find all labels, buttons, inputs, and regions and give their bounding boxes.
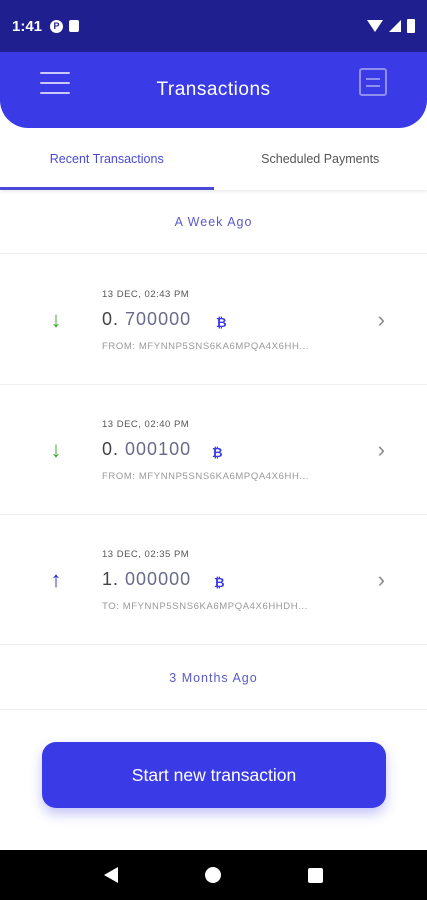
- filter-list-icon[interactable]: [359, 68, 387, 96]
- page-title: Transactions: [156, 79, 271, 100]
- coin-icon: ₿: [212, 445, 223, 460]
- back-icon[interactable]: [103, 867, 118, 883]
- section-header-week: A Week Ago: [0, 190, 427, 254]
- transaction-date: 13 DEC, 02:43 PM: [102, 289, 190, 300]
- transaction-date: 13 DEC, 02:40 PM: [102, 419, 190, 430]
- recent-apps-icon[interactable]: [308, 867, 324, 883]
- tab-bar: Recent Transactions Scheduled Payments: [0, 128, 427, 190]
- app-bar: Transactions: [0, 52, 427, 128]
- chevron-right-icon: ›: [377, 567, 385, 592]
- section-header-months: 3 Months Ago: [0, 646, 427, 710]
- system-nav-bar: [0, 850, 427, 900]
- sd-card-icon: [69, 20, 80, 32]
- chevron-right-icon: ›: [377, 437, 385, 462]
- transaction-amount: 0. 700000: [102, 309, 192, 329]
- transaction-amount: 0. 000100: [102, 439, 192, 459]
- hamburger-icon[interactable]: [40, 72, 70, 94]
- transaction-address: FROM: MFYNNP5SNS6KA6MPQA4X6HH...: [102, 341, 310, 352]
- app-notification-icon: P: [50, 19, 64, 33]
- coin-icon: ₿: [214, 575, 225, 590]
- transaction-date: 13 DEC, 02:35 PM: [102, 549, 190, 560]
- status-bar: 1:41 P: [0, 0, 427, 52]
- status-icons-left: P: [50, 19, 80, 33]
- status-icons-right: [367, 19, 415, 33]
- transaction-address: FROM: MFYNNP5SNS6KA6MPQA4X6HH...: [102, 471, 310, 482]
- chevron-right-icon: ›: [377, 307, 385, 332]
- tab-scheduled-payments[interactable]: Scheduled Payments: [214, 128, 427, 190]
- transaction-row[interactable]: ↓ 13 DEC, 02:40 PM 0. 000100 ₿ FROM: MFY…: [0, 385, 427, 515]
- arrow-down-icon: ↓: [50, 437, 62, 462]
- transaction-amount: 1. 000000: [102, 569, 192, 589]
- start-new-transaction-button[interactable]: Start new transaction: [42, 742, 386, 808]
- transaction-row[interactable]: ↓ 13 DEC, 02:43 PM 0. 700000 ₿ FROM: MFY…: [0, 255, 427, 385]
- coin-icon: ₿: [216, 315, 227, 330]
- home-icon[interactable]: [204, 867, 221, 883]
- transaction-address: TO: MFYNNP5SNS6KA6MPQA4X6HHDH...: [102, 601, 308, 612]
- arrow-down-icon: ↓: [50, 307, 62, 332]
- transaction-row[interactable]: ↑ 13 DEC, 02:35 PM 1. 000000 ₿ TO: MFYNN…: [0, 515, 427, 645]
- status-time: 1:41: [12, 17, 43, 35]
- arrow-up-icon: ↑: [50, 567, 62, 592]
- wifi-icon: [367, 20, 383, 32]
- signal-icon: [389, 20, 401, 32]
- battery-icon: [407, 19, 415, 33]
- tab-recent-transactions[interactable]: Recent Transactions: [0, 128, 214, 190]
